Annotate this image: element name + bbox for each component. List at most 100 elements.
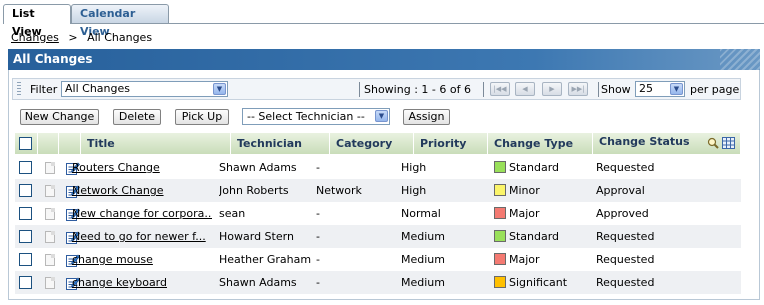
change-title-link[interactable]: Need to go for newer f... [72,230,206,243]
cell-status: Approved [596,207,649,220]
cell-change-type: Standard [494,156,559,179]
row-checkbox[interactable] [19,230,32,243]
pick-up-button[interactable]: Pick Up [175,109,229,125]
cell-title[interactable]: change mouse [72,248,212,271]
change-title-link[interactable]: New change for corpora... [72,207,212,220]
cell-priority: Medium [401,276,445,289]
first-page-icon[interactable]: |◀◀ [490,82,510,96]
row-checkbox[interactable] [19,207,32,220]
change-type-label: Minor [509,184,540,197]
cell-priority: Medium [401,230,445,243]
change-type-color-swatch [494,253,506,265]
table-row[interactable]: change mouse Heather Graham - Medium Major Re… [15,248,741,271]
column-header-technician[interactable]: Technician [231,133,330,154]
change-type-color-swatch [494,230,506,242]
cell-technician: Heather Graham [219,253,312,266]
cell-title[interactable]: Need to go for newer f... [72,225,212,248]
cell-change-type: Major [494,248,540,271]
change-type-label: Standard [509,230,560,243]
filter-bar: Filter All Changes ▼ Showing : 1 - 6 of … [12,78,741,100]
note-icon[interactable] [45,231,55,243]
cell-status: Requested [596,230,655,243]
note-icon[interactable] [45,277,55,289]
cell-title[interactable]: change keyboard [72,271,212,294]
chevron-down-icon: ▼ [670,83,683,95]
table-row[interactable]: change keyboard Shawn Adams - Medium Signifi… [15,271,741,294]
previous-page-icon[interactable]: ◀ [515,82,535,96]
divider [483,82,484,97]
chevron-down-icon: ▼ [213,83,226,95]
breadcrumb-current: All Changes [87,31,153,44]
cell-technician: Shawn Adams [219,276,297,289]
change-title-link[interactable]: Network Change [72,184,164,197]
change-title-link[interactable]: Routers Change [72,161,160,174]
table-row[interactable]: Need to go for newer f... Howard Stern - Me… [15,225,741,248]
new-change-button[interactable]: New Change [20,109,99,125]
cell-category: Network [316,184,362,197]
showing-count: Showing : 1 - 6 of 6 [364,83,471,96]
column-header-change-type[interactable]: Change Type [488,133,593,154]
cell-category: - [316,276,320,289]
change-type-label: Significant [509,276,568,289]
table-row[interactable]: New change for corpora... sean - Normal Majo… [15,202,741,225]
note-icon[interactable] [45,162,55,174]
row-checkbox[interactable] [19,276,32,289]
cell-change-type: Standard [494,225,559,248]
last-page-icon[interactable]: ▶▶| [568,82,588,96]
table-row[interactable]: Network Change John Roberts Network High Min… [15,179,741,202]
assign-button[interactable]: Assign [403,109,450,125]
next-page-icon[interactable]: ▶ [542,82,562,96]
column-header-title[interactable]: Title [81,133,231,154]
filter-label: Filter [30,83,58,96]
technician-select[interactable]: -- Select Technician -- ▼ [242,108,390,125]
cell-technician: Howard Stern [219,230,294,243]
change-type-color-swatch [494,207,506,219]
note-icon[interactable] [45,254,55,266]
column-header-category[interactable]: Category [330,133,414,154]
cell-priority: High [401,184,427,197]
change-type-color-swatch [494,276,506,288]
select-all-checkbox[interactable] [19,137,32,150]
column-header-change-status[interactable]: Change Status [593,133,741,154]
page-title: All Changes [8,49,760,70]
page-size-select[interactable]: 25 ▼ [635,81,685,97]
cell-technician: John Roberts [219,184,289,197]
tab-calendar-view[interactable]: Calendar View [71,4,169,38]
cell-title[interactable]: Routers Change [72,156,212,179]
chevron-down-icon: ▼ [375,110,388,122]
divider [598,82,599,97]
change-type-label: Major [509,207,540,220]
row-checkbox[interactable] [19,253,32,266]
per-page-label: per page [690,83,740,96]
cell-change-type: Minor [494,179,540,202]
cell-title[interactable]: New change for corpora... [72,202,212,225]
search-icon[interactable] [707,137,719,149]
header-notes [38,133,59,154]
cell-title[interactable]: Network Change [72,179,212,202]
filter-select-value: All Changes [65,82,130,95]
page-size-value: 25 [639,82,653,95]
cell-status: Requested [596,253,655,266]
change-title-link[interactable]: change mouse [72,253,153,266]
filter-select[interactable]: All Changes ▼ [61,81,228,97]
cell-category: - [316,207,320,220]
row-checkbox[interactable] [19,161,32,174]
tab-divider [3,23,764,24]
cell-priority: High [401,161,427,174]
change-type-label: Standard [509,161,560,174]
grip-handle [17,82,21,96]
tab-list-view[interactable]: List View [3,4,71,38]
cell-category: - [316,161,320,174]
table-row[interactable]: Routers Change Shawn Adams - High Standard Re… [15,156,741,179]
cell-status: Approval [596,184,645,197]
note-icon[interactable] [45,208,55,220]
cell-change-type: Major [494,202,540,225]
row-checkbox[interactable] [19,184,32,197]
delete-button[interactable]: Delete [113,109,161,125]
column-header-priority[interactable]: Priority [414,133,488,154]
cell-technician: Shawn Adams [219,161,297,174]
note-icon[interactable] [45,185,55,197]
header-select-all [15,133,38,154]
change-title-link[interactable]: change keyboard [72,276,167,289]
column-chooser-icon[interactable] [722,137,735,149]
